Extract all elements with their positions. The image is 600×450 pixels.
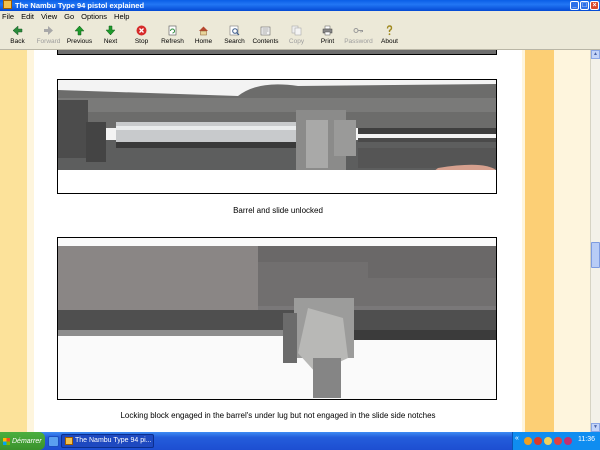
close-button[interactable]: ×: [590, 1, 599, 10]
menu-edit[interactable]: Edit: [21, 12, 34, 21]
photo-barrel-slide-unlocked: [57, 79, 497, 194]
contents-icon: [260, 25, 271, 36]
vertical-scrollbar[interactable]: ▲ ▼: [590, 50, 600, 432]
photo-locking-block-engaged: [57, 237, 497, 400]
tray-icon-5[interactable]: [564, 437, 572, 445]
password-label: Password: [344, 38, 373, 45]
search-icon: [229, 25, 240, 36]
stop-icon: [136, 25, 147, 36]
right-arrow-icon: [43, 25, 54, 36]
photo-top-partial: [57, 50, 497, 55]
next-button[interactable]: Next: [95, 22, 126, 49]
stop-button[interactable]: Stop: [126, 22, 157, 49]
password-button[interactable]: Password: [343, 22, 374, 49]
back-label: Back: [10, 38, 25, 45]
maximize-button[interactable]: □: [580, 1, 589, 10]
home-icon: [198, 25, 209, 36]
refresh-label: Refresh: [161, 38, 184, 45]
about-label: About: [381, 38, 398, 45]
key-icon: [353, 25, 364, 36]
tray-icon-1[interactable]: [524, 437, 532, 445]
left-margin-stripe: [0, 50, 27, 432]
contents-label: Contents: [252, 38, 279, 45]
previous-button[interactable]: Previous: [64, 22, 95, 49]
system-tray: « 11:36: [512, 432, 600, 450]
scroll-down-button[interactable]: ▼: [591, 423, 600, 432]
stop-label: Stop: [134, 38, 149, 45]
minimize-button[interactable]: _: [570, 1, 579, 10]
up-arrow-icon: [74, 25, 85, 36]
back-button[interactable]: Back: [2, 22, 33, 49]
quicklaunch-desktop-icon[interactable]: [48, 436, 59, 447]
window-title: The Nambu Type 94 pistol explained: [15, 1, 145, 10]
copy-button[interactable]: Copy: [281, 22, 312, 49]
app-icon: [3, 0, 12, 9]
printer-icon: [322, 25, 333, 36]
menu-options[interactable]: Options: [81, 12, 107, 21]
scroll-up-button[interactable]: ▲: [591, 50, 600, 59]
search-label: Search: [224, 38, 245, 45]
menu-help[interactable]: Help: [114, 12, 129, 21]
menu-file[interactable]: File: [2, 12, 14, 21]
taskbar: Démarrer The Nambu Type 94 pi... « 11:36: [0, 432, 600, 450]
search-button[interactable]: Search: [219, 22, 250, 49]
toolbar: Back Forward Previous Next Stop Refresh …: [0, 22, 600, 50]
tray-icon-2[interactable]: [534, 437, 542, 445]
right-margin-background: [554, 50, 590, 432]
print-button[interactable]: Print: [312, 22, 343, 49]
menu-bar: File Edit View Go Options Help: [0, 11, 600, 22]
menu-go[interactable]: Go: [64, 12, 74, 21]
clock[interactable]: 11:36: [578, 436, 595, 443]
next-label: Next: [103, 38, 118, 45]
app-task-icon: [65, 437, 73, 445]
start-label: Démarrer: [12, 437, 42, 445]
refresh-icon: [167, 25, 178, 36]
print-label: Print: [320, 38, 335, 45]
start-button[interactable]: Démarrer: [0, 432, 45, 450]
tray-icon-4[interactable]: [554, 437, 562, 445]
forward-label: Forward: [36, 38, 61, 45]
contents-button[interactable]: Contents: [250, 22, 281, 49]
question-icon: [384, 25, 395, 36]
home-label: Home: [194, 38, 213, 45]
caption-barrel-slide-unlocked: Barrel and slide unlocked: [233, 206, 323, 215]
copy-icon: [291, 25, 302, 36]
about-button[interactable]: About: [374, 22, 405, 49]
tray-expand-icon[interactable]: «: [515, 435, 519, 442]
caption-locking-block-engaged: Locking block engaged in the barrel's un…: [120, 411, 436, 420]
windows-logo-icon: [3, 437, 10, 445]
left-arrow-icon: [12, 25, 23, 36]
copy-label: Copy: [288, 38, 305, 45]
taskbar-window-button[interactable]: The Nambu Type 94 pi...: [61, 434, 154, 448]
right-margin-stripe: [525, 50, 554, 432]
previous-label: Previous: [66, 38, 93, 45]
down-arrow-icon: [105, 25, 116, 36]
scroll-thumb[interactable]: [591, 242, 600, 268]
window-title-bar[interactable]: The Nambu Type 94 pistol explained _ □ ×: [0, 0, 600, 11]
menu-view[interactable]: View: [41, 12, 57, 21]
forward-button[interactable]: Forward: [33, 22, 64, 49]
task-label: The Nambu Type 94 pi...: [75, 437, 152, 444]
document-view[interactable]: Barrel and slide unlocked Locking block …: [0, 50, 590, 432]
refresh-button[interactable]: Refresh: [157, 22, 188, 49]
tray-icon-3[interactable]: [544, 437, 552, 445]
home-button[interactable]: Home: [188, 22, 219, 49]
